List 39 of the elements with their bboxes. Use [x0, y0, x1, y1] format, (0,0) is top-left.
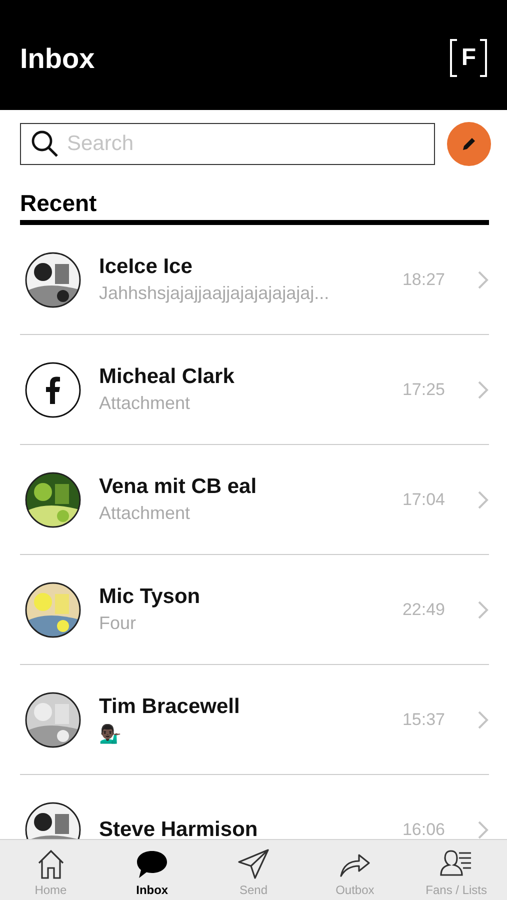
message-time: 22:49 — [402, 600, 445, 620]
contact-name: Mic Tyson — [99, 585, 202, 609]
message-time: 16:06 — [402, 820, 445, 839]
bracket-icon — [450, 39, 458, 77]
contact-name: Micheal Clark — [99, 365, 236, 389]
message-time: 15:37 — [402, 710, 445, 730]
chevron-right-icon — [477, 490, 489, 510]
chevron-right-icon — [477, 710, 489, 730]
conversation-row[interactable]: Micheal Clark Attachment 17:25 — [20, 335, 489, 445]
conversation-row[interactable]: IceIce Ice Jahhshsjajajjaajjajajajajajaj... 18:27 — [20, 225, 489, 335]
message-time: 17:04 — [402, 490, 445, 510]
conversation-row[interactable]: Mic Tyson Four 22:49 — [20, 555, 489, 665]
message-preview: Attachment — [99, 503, 192, 524]
pencil-icon — [460, 135, 478, 153]
search-field[interactable]: Search — [20, 123, 435, 165]
chevron-right-icon — [477, 820, 489, 839]
contact-name: Vena mit CB eal — [99, 475, 258, 499]
contact-name: IceIce Ice — [99, 255, 194, 279]
message-preview: Attachment — [99, 393, 192, 414]
message-preview: 💁🏿‍♂ — [99, 722, 122, 744]
page-title: Inbox — [20, 43, 95, 75]
tab-item[interactable]: Inbox — [101, 840, 203, 900]
conversation-row[interactable]: Tim Bracewell 💁🏿‍♂ 15:37 — [20, 665, 489, 775]
contact-name: Steve Harmison — [99, 818, 259, 839]
facebook-icon — [25, 362, 81, 418]
contact-name: Tim Bracewell — [99, 694, 241, 718]
section-heading: Recent — [20, 190, 489, 225]
chevron-right-icon — [477, 600, 489, 620]
chevron-right-icon — [477, 380, 489, 400]
message-preview: Four — [99, 613, 138, 634]
chevron-right-icon — [477, 270, 489, 290]
message-preview: Jahhshsjajajjaajjajajajajajaj... — [99, 283, 330, 304]
message-time: 17:25 — [402, 380, 445, 400]
message-time: 18:27 — [402, 270, 445, 290]
conversation-row[interactable]: Vena mit CB eal Attachment 17:04 — [20, 445, 489, 555]
logo-letter: F — [461, 44, 476, 72]
bracket-icon — [479, 39, 487, 77]
paper-plane-icon — [236, 847, 272, 881]
compose-button[interactable] — [447, 122, 491, 166]
